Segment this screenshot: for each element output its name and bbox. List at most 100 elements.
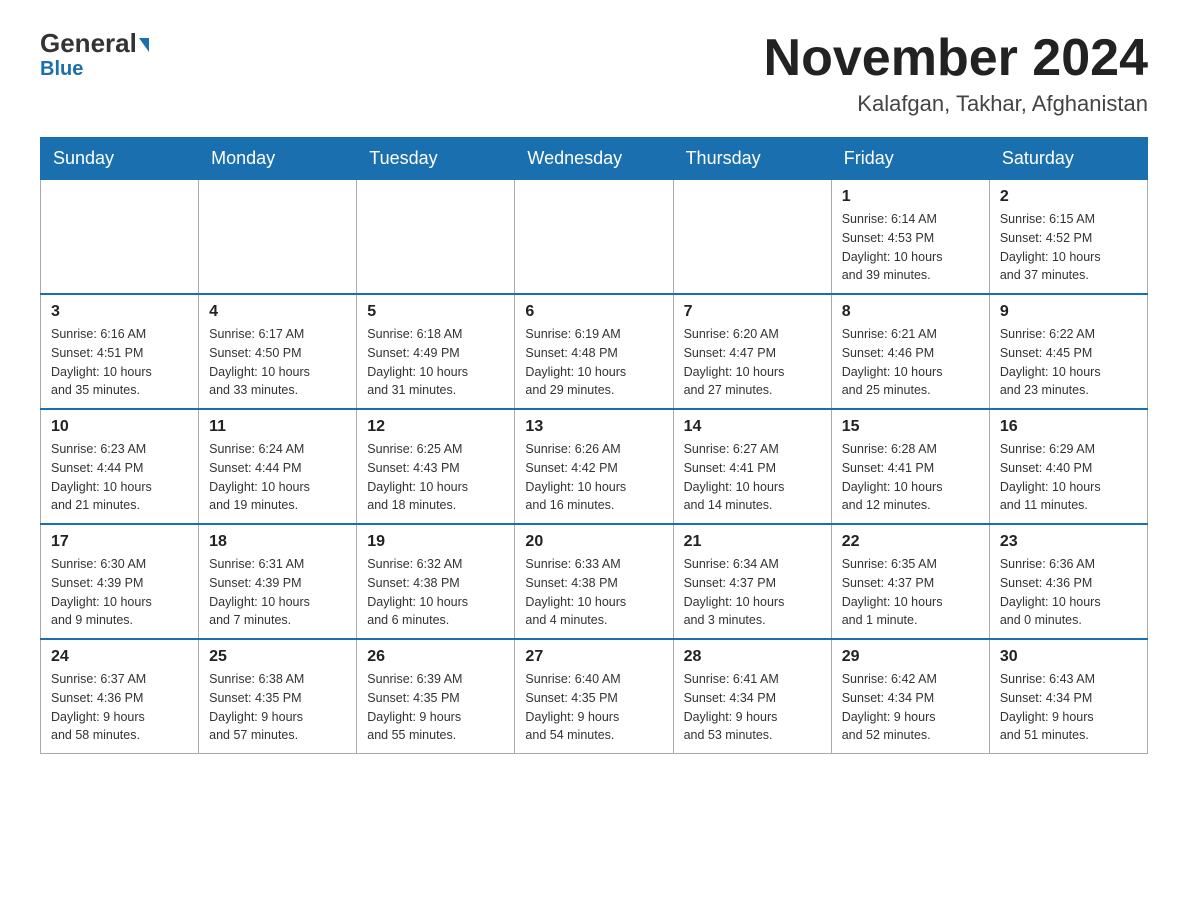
- day-info: Sunrise: 6:34 AM Sunset: 4:37 PM Dayligh…: [684, 555, 821, 630]
- day-info: Sunrise: 6:39 AM Sunset: 4:35 PM Dayligh…: [367, 670, 504, 745]
- calendar-week-row: 10 Sunrise: 6:23 AM Sunset: 4:44 PM Dayli…: [41, 409, 1148, 524]
- day-of-week-header: Sunday: [41, 138, 199, 180]
- day-of-week-header: Saturday: [989, 138, 1147, 180]
- day-number: 3: [51, 303, 188, 321]
- table-row: 10 Sunrise: 6:23 AM Sunset: 4:44 PM Dayli…: [41, 409, 199, 524]
- logo-general-text: General: [40, 30, 149, 56]
- table-row: 29 Sunrise: 6:42 AM Sunset: 4:34 PM Dayli…: [831, 639, 989, 754]
- day-info: Sunrise: 6:28 AM Sunset: 4:41 PM Dayligh…: [842, 440, 979, 515]
- day-info: Sunrise: 6:25 AM Sunset: 4:43 PM Dayligh…: [367, 440, 504, 515]
- table-row: 2 Sunrise: 6:15 AM Sunset: 4:52 PM Daylig…: [989, 180, 1147, 295]
- day-info: Sunrise: 6:31 AM Sunset: 4:39 PM Dayligh…: [209, 555, 346, 630]
- table-row: 28 Sunrise: 6:41 AM Sunset: 4:34 PM Dayli…: [673, 639, 831, 754]
- day-info: Sunrise: 6:43 AM Sunset: 4:34 PM Dayligh…: [1000, 670, 1137, 745]
- title-area: November 2024 Kalafgan, Takhar, Afghanis…: [764, 30, 1148, 117]
- day-info: Sunrise: 6:17 AM Sunset: 4:50 PM Dayligh…: [209, 325, 346, 400]
- day-info: Sunrise: 6:35 AM Sunset: 4:37 PM Dayligh…: [842, 555, 979, 630]
- day-info: Sunrise: 6:42 AM Sunset: 4:34 PM Dayligh…: [842, 670, 979, 745]
- day-number: 16: [1000, 418, 1137, 436]
- day-info: Sunrise: 6:23 AM Sunset: 4:44 PM Dayligh…: [51, 440, 188, 515]
- day-of-week-header: Thursday: [673, 138, 831, 180]
- day-number: 25: [209, 648, 346, 666]
- table-row: 7 Sunrise: 6:20 AM Sunset: 4:47 PM Daylig…: [673, 294, 831, 409]
- table-row: 27 Sunrise: 6:40 AM Sunset: 4:35 PM Dayli…: [515, 639, 673, 754]
- day-info: Sunrise: 6:24 AM Sunset: 4:44 PM Dayligh…: [209, 440, 346, 515]
- day-info: Sunrise: 6:26 AM Sunset: 4:42 PM Dayligh…: [525, 440, 662, 515]
- day-of-week-header: Monday: [199, 138, 357, 180]
- day-info: Sunrise: 6:18 AM Sunset: 4:49 PM Dayligh…: [367, 325, 504, 400]
- day-info: Sunrise: 6:40 AM Sunset: 4:35 PM Dayligh…: [525, 670, 662, 745]
- logo-triangle-icon: [139, 38, 149, 52]
- day-number: 10: [51, 418, 188, 436]
- day-number: 28: [684, 648, 821, 666]
- day-info: Sunrise: 6:36 AM Sunset: 4:36 PM Dayligh…: [1000, 555, 1137, 630]
- table-row: 21 Sunrise: 6:34 AM Sunset: 4:37 PM Dayli…: [673, 524, 831, 639]
- day-info: Sunrise: 6:22 AM Sunset: 4:45 PM Dayligh…: [1000, 325, 1137, 400]
- table-row: [673, 180, 831, 295]
- location-title: Kalafgan, Takhar, Afghanistan: [764, 91, 1148, 117]
- table-row: 26 Sunrise: 6:39 AM Sunset: 4:35 PM Dayli…: [357, 639, 515, 754]
- day-info: Sunrise: 6:32 AM Sunset: 4:38 PM Dayligh…: [367, 555, 504, 630]
- day-info: Sunrise: 6:20 AM Sunset: 4:47 PM Dayligh…: [684, 325, 821, 400]
- table-row: [199, 180, 357, 295]
- day-number: 7: [684, 303, 821, 321]
- calendar-week-row: 1Sunrise: 6:14 AM Sunset: 4:53 PM Daylig…: [41, 180, 1148, 295]
- day-number: 29: [842, 648, 979, 666]
- day-number: 4: [209, 303, 346, 321]
- day-number: 9: [1000, 303, 1137, 321]
- table-row: [515, 180, 673, 295]
- table-row: 13 Sunrise: 6:26 AM Sunset: 4:42 PM Dayli…: [515, 409, 673, 524]
- day-info: Sunrise: 6:29 AM Sunset: 4:40 PM Dayligh…: [1000, 440, 1137, 515]
- day-number: 18: [209, 533, 346, 551]
- calendar-week-row: 3Sunrise: 6:16 AM Sunset: 4:51 PM Daylig…: [41, 294, 1148, 409]
- table-row: 23 Sunrise: 6:36 AM Sunset: 4:36 PM Dayli…: [989, 524, 1147, 639]
- day-number: 13: [525, 418, 662, 436]
- day-info: Sunrise: 6:38 AM Sunset: 4:35 PM Dayligh…: [209, 670, 346, 745]
- table-row: 12 Sunrise: 6:25 AM Sunset: 4:43 PM Dayli…: [357, 409, 515, 524]
- day-number: 23: [1000, 533, 1137, 551]
- day-number: 24: [51, 648, 188, 666]
- logo-blue-text: Blue: [40, 58, 83, 81]
- day-number: 17: [51, 533, 188, 551]
- table-row: [41, 180, 199, 295]
- day-of-week-header: Wednesday: [515, 138, 673, 180]
- day-number: 6: [525, 303, 662, 321]
- day-number: 21: [684, 533, 821, 551]
- day-info: Sunrise: 6:19 AM Sunset: 4:48 PM Dayligh…: [525, 325, 662, 400]
- day-info: Sunrise: 6:30 AM Sunset: 4:39 PM Dayligh…: [51, 555, 188, 630]
- table-row: 8Sunrise: 6:21 AM Sunset: 4:46 PM Daylig…: [831, 294, 989, 409]
- calendar-week-row: 24 Sunrise: 6:37 AM Sunset: 4:36 PM Dayli…: [41, 639, 1148, 754]
- day-info: Sunrise: 6:15 AM Sunset: 4:52 PM Dayligh…: [1000, 210, 1137, 285]
- day-number: 11: [209, 418, 346, 436]
- table-row: 25 Sunrise: 6:38 AM Sunset: 4:35 PM Dayli…: [199, 639, 357, 754]
- day-number: 2: [1000, 188, 1137, 206]
- table-row: 22Sunrise: 6:35 AM Sunset: 4:37 PM Dayli…: [831, 524, 989, 639]
- calendar-table: SundayMondayTuesdayWednesdayThursdayFrid…: [40, 137, 1148, 754]
- day-number: 5: [367, 303, 504, 321]
- day-info: Sunrise: 6:41 AM Sunset: 4:34 PM Dayligh…: [684, 670, 821, 745]
- table-row: 24 Sunrise: 6:37 AM Sunset: 4:36 PM Dayli…: [41, 639, 199, 754]
- table-row: 9 Sunrise: 6:22 AM Sunset: 4:45 PM Daylig…: [989, 294, 1147, 409]
- day-number: 26: [367, 648, 504, 666]
- page-header: General Blue November 2024 Kalafgan, Tak…: [40, 30, 1148, 117]
- table-row: 18 Sunrise: 6:31 AM Sunset: 4:39 PM Dayli…: [199, 524, 357, 639]
- day-of-week-header: Friday: [831, 138, 989, 180]
- table-row: 4 Sunrise: 6:17 AM Sunset: 4:50 PM Daylig…: [199, 294, 357, 409]
- calendar-week-row: 17 Sunrise: 6:30 AM Sunset: 4:39 PM Dayli…: [41, 524, 1148, 639]
- day-of-week-header: Tuesday: [357, 138, 515, 180]
- calendar-header-row: SundayMondayTuesdayWednesdayThursdayFrid…: [41, 138, 1148, 180]
- table-row: 14Sunrise: 6:27 AM Sunset: 4:41 PM Dayli…: [673, 409, 831, 524]
- table-row: 1Sunrise: 6:14 AM Sunset: 4:53 PM Daylig…: [831, 180, 989, 295]
- day-info: Sunrise: 6:37 AM Sunset: 4:36 PM Dayligh…: [51, 670, 188, 745]
- table-row: [357, 180, 515, 295]
- month-title: November 2024: [764, 30, 1148, 87]
- day-info: Sunrise: 6:14 AM Sunset: 4:53 PM Dayligh…: [842, 210, 979, 285]
- day-info: Sunrise: 6:33 AM Sunset: 4:38 PM Dayligh…: [525, 555, 662, 630]
- table-row: 3Sunrise: 6:16 AM Sunset: 4:51 PM Daylig…: [41, 294, 199, 409]
- day-number: 12: [367, 418, 504, 436]
- day-number: 19: [367, 533, 504, 551]
- day-number: 27: [525, 648, 662, 666]
- day-number: 20: [525, 533, 662, 551]
- day-number: 30: [1000, 648, 1137, 666]
- table-row: 15Sunrise: 6:28 AM Sunset: 4:41 PM Dayli…: [831, 409, 989, 524]
